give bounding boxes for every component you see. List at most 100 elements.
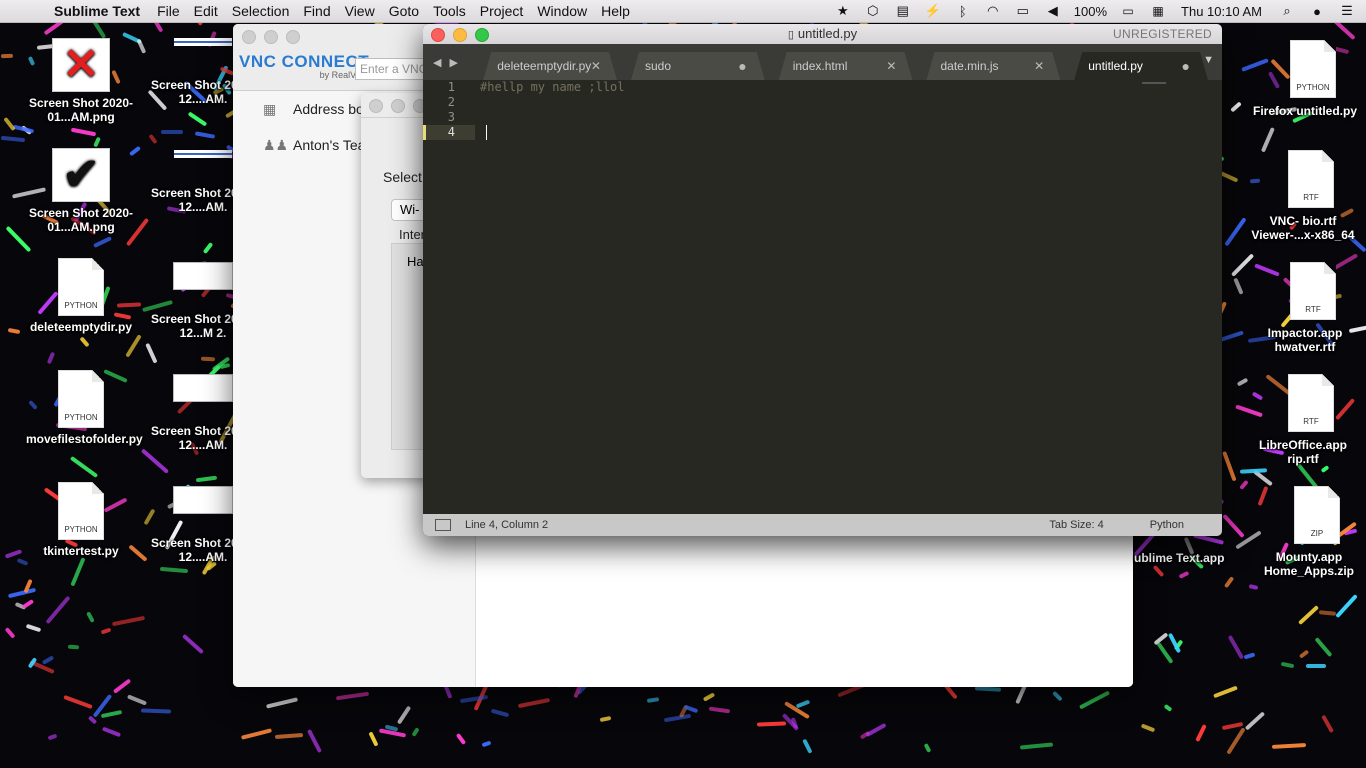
screenshot-thumbnail <box>173 374 233 402</box>
menu-project[interactable]: Project <box>480 3 524 19</box>
desktop-icon-vnc-bio[interactable]: RTF VNC- bio.rtf Viewer-...x-x86_64 <box>1240 150 1366 242</box>
menu-file[interactable]: File <box>157 3 180 19</box>
minimize-button[interactable] <box>453 28 467 42</box>
tab-close-icon[interactable]: ✕ <box>886 59 896 73</box>
close-button[interactable] <box>369 99 383 113</box>
spotlight-search-icon[interactable]: ⌕ <box>1278 3 1296 19</box>
desktop-icon-label-sublime[interactable]: ublime Text.app <box>1134 552 1224 564</box>
tab-prev-icon[interactable]: ◀ <box>433 56 441 69</box>
box-icon[interactable]: ⬡ <box>864 3 882 19</box>
tab-close-icon[interactable]: ✕ <box>1034 59 1044 73</box>
wifi-icon[interactable]: ◠ <box>984 3 1002 19</box>
notification-center-icon[interactable]: ☰ <box>1338 3 1356 19</box>
desktop-icon-mounty-home-apps[interactable]: ZIP Mounty.app Home_Apps.zip <box>1252 486 1366 578</box>
desktop-icon-libreoffice-rip[interactable]: RTF LibreOffice.app rip.rtf <box>1246 374 1360 466</box>
code-editor[interactable]: 1 2 3 4 #hellp my name ;llol <box>423 80 1222 514</box>
screenshot-thumbnail <box>173 262 233 290</box>
tab-size-setting[interactable]: Tab Size: 4 <box>1049 519 1103 531</box>
grid-icon: ▦ <box>263 101 277 117</box>
tab-date-min-js[interactable]: date.min.js ✕ <box>926 52 1061 80</box>
wallpaper-streak <box>140 448 169 474</box>
clock[interactable]: Thu 10:10 AM <box>1181 4 1262 19</box>
select-label: Select <box>383 169 422 185</box>
tab-label: date.min.js <box>940 59 999 73</box>
wallpaper-streak <box>16 557 30 566</box>
wallpaper-streak <box>47 734 58 741</box>
wallpaper-streak <box>1225 727 1246 755</box>
airplay-icon[interactable]: ▭ <box>1014 3 1032 19</box>
tab-sudo[interactable]: sudo ● <box>630 52 765 80</box>
minimap[interactable] <box>1142 82 1166 84</box>
wallpaper-streak <box>101 726 122 737</box>
battery-percent[interactable]: 100% <box>1074 4 1107 19</box>
siri-icon[interactable]: ● <box>1308 4 1326 19</box>
desktop-icon-firefox-untitled[interactable]: PYTHON Firefox untitled.py <box>1250 40 1360 118</box>
wallpaper-streak <box>702 692 716 703</box>
document-icon: ▯ <box>787 29 794 41</box>
bluetooth-icon[interactable]: ᛒ <box>954 4 972 19</box>
rtf-file-icon: RTF <box>1288 374 1334 432</box>
vnc-logo-text: VNC CONNECT <box>239 52 370 71</box>
close-button[interactable] <box>431 28 445 42</box>
battery-icon[interactable]: ▭ <box>1119 4 1137 18</box>
wallpaper-streak <box>397 705 412 725</box>
bolt-icon[interactable]: ⚡ <box>924 3 942 19</box>
wallpaper-streak <box>663 713 692 722</box>
tab-label: deleteemptydir.py <box>497 59 592 73</box>
tab-deleteemptydir[interactable]: deleteemptydir.py ✕ <box>483 52 617 80</box>
desktop-icon-python-file[interactable]: PYTHON movefilestofolder.py <box>26 370 143 446</box>
wallpaper-streak <box>112 678 132 694</box>
wallpaper-streak <box>1152 564 1165 577</box>
wallpaper-streak <box>306 728 322 753</box>
desktop-icon-python-file[interactable]: PYTHON deleteemptydir.py <box>26 258 136 334</box>
status-right-group: Tab Size: 4 Python <box>1049 514 1222 536</box>
wallpaper-streak <box>160 130 184 135</box>
tab-next-icon[interactable]: ▶ <box>449 56 457 69</box>
tab-untitled[interactable]: untitled.py ● <box>1074 52 1208 80</box>
panel-toggle-icon[interactable] <box>435 519 451 531</box>
python-file-icon: PYTHON <box>1290 40 1336 98</box>
app-menu[interactable]: Sublime Text <box>54 3 140 19</box>
volume-icon[interactable]: ◀ <box>1044 3 1062 19</box>
menu-goto[interactable]: Goto <box>389 3 419 19</box>
zoom-button[interactable] <box>286 30 300 44</box>
menu-bar: Sublime Text File Edit Selection Find Vi… <box>0 0 1366 23</box>
menu-selection[interactable]: Selection <box>232 3 290 19</box>
cursor-position[interactable]: Line 4, Column 2 <box>465 519 548 531</box>
menu-edit[interactable]: Edit <box>194 3 218 19</box>
desktop-icon-screenshot[interactable]: ✕ Screen Shot 2020-01...AM.png <box>26 38 136 124</box>
desktop-icon-screenshot[interactable]: ✔ Screen Shot 2020-01...AM.png <box>26 148 136 234</box>
flag-icon[interactable]: ▦ <box>1149 4 1167 18</box>
star-icon[interactable]: ★ <box>834 3 852 19</box>
wallpaper-streak <box>266 696 298 709</box>
menu-view[interactable]: View <box>345 3 375 19</box>
tab-menu-icon[interactable]: ▼ <box>1203 54 1214 66</box>
wallpaper-streak <box>1245 711 1266 731</box>
tab-index-html[interactable]: index.html ✕ <box>778 52 913 80</box>
wallpaper-streak <box>1272 743 1306 750</box>
desktop-icon-python-file[interactable]: PYTHON tkintertest.py <box>26 482 136 558</box>
zoom-button[interactable] <box>475 28 489 42</box>
syntax-setting[interactable]: Python <box>1150 519 1184 531</box>
wallpaper-streak <box>1229 101 1242 113</box>
printer-icon[interactable]: ▤ <box>894 3 912 19</box>
unsaved-dot-icon[interactable]: ● <box>738 58 746 74</box>
sheet-window-controls <box>369 99 427 113</box>
minimize-button[interactable] <box>264 30 278 44</box>
wallpaper-streak <box>975 686 1001 692</box>
menu-window[interactable]: Window <box>537 3 587 19</box>
line-number: 4 <box>447 125 455 139</box>
menu-tools[interactable]: Tools <box>433 3 466 19</box>
wallpaper-streak <box>647 697 660 703</box>
menu-help[interactable]: Help <box>601 3 630 19</box>
wallpaper-streak <box>1335 593 1359 619</box>
minimize-button[interactable] <box>391 99 405 113</box>
wallpaper-streak <box>159 567 188 574</box>
unsaved-dot-icon[interactable]: ● <box>1182 58 1190 74</box>
close-button[interactable] <box>242 30 256 44</box>
tab-close-icon[interactable]: ✕ <box>591 59 601 73</box>
desktop-icon-impactor-hwatver[interactable]: RTF Impactor.app hwatver.rtf <box>1250 262 1360 354</box>
desktop-icon-label: Firefox untitled.py <box>1252 104 1357 118</box>
wallpaper-streak <box>1163 703 1173 713</box>
menu-find[interactable]: Find <box>303 3 330 19</box>
